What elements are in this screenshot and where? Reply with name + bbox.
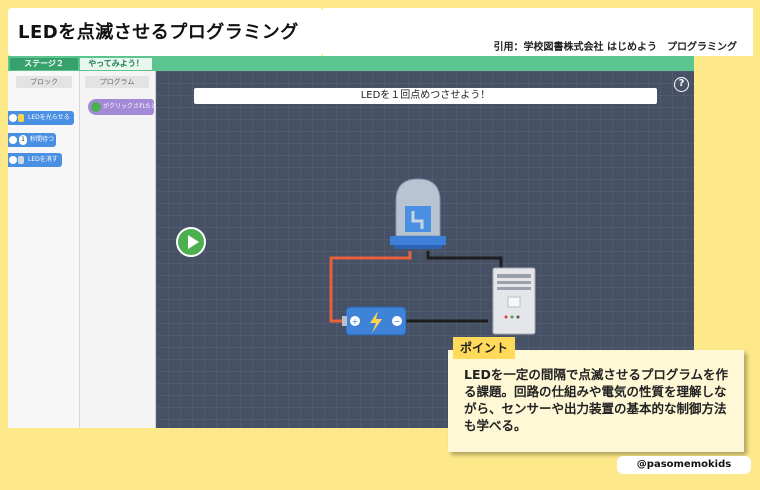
tab-try-it[interactable]: やってみよう！ [80,58,152,70]
block-led-off[interactable]: LEDを消す [8,153,62,167]
start-block-label: がクリックされたとき [103,103,164,110]
start-block[interactable]: がクリックされたとき [88,99,163,115]
wire-black-top [426,251,503,269]
program-header: プログラム [85,76,149,88]
account-handle: @pasomemokids [617,456,751,474]
tab-stage[interactable]: ステージ２ [10,58,78,70]
palette-header: ブロック [16,76,72,88]
citation-panel: 引用：学校図書株式会社 はじめよう プログラミング [323,8,753,56]
battery-icon: + − [342,306,407,336]
gear-icon [9,114,17,122]
controller-icon [492,267,536,335]
tab-bar: ステージ２ やってみよう！ [8,56,694,71]
clock-icon [9,136,17,144]
block-wait[interactable]: 1 秒間待つ [8,133,56,147]
led-small-icon [18,114,24,122]
page-title: LEDを点滅させるプログラミング [18,22,299,43]
svg-text:−: − [394,317,401,326]
point-box: LEDを一定の間隔で点滅させるプログラムを作る課題。回路の仕組みや電気の性質を理… [448,350,744,452]
block-label: 秒間待つ [30,136,55,143]
block-label: LEDを光らせる [28,114,70,121]
point-text: LEDを一定の間隔で点滅させるプログラムを作る課題。回路の仕組みや電気の性質を理… [464,367,729,433]
block-value[interactable]: 1 [19,135,27,145]
block-label: LEDを消す [28,156,58,163]
led-icon [390,178,446,249]
gear-icon [9,156,17,164]
svg-text:+: + [352,317,359,326]
flag-icon [91,102,101,112]
point-label: ポイント [453,337,515,359]
led-small-icon [18,156,24,164]
block-palette: ブロック LEDを光らせる 1 秒間待つ LEDを消す [8,71,80,428]
block-led-on[interactable]: LEDを光らせる [8,111,74,125]
program-area[interactable]: プログラム がクリックされたとき [80,71,163,428]
citation-text: 引用：学校図書株式会社 はじめよう プログラミング [493,42,737,53]
